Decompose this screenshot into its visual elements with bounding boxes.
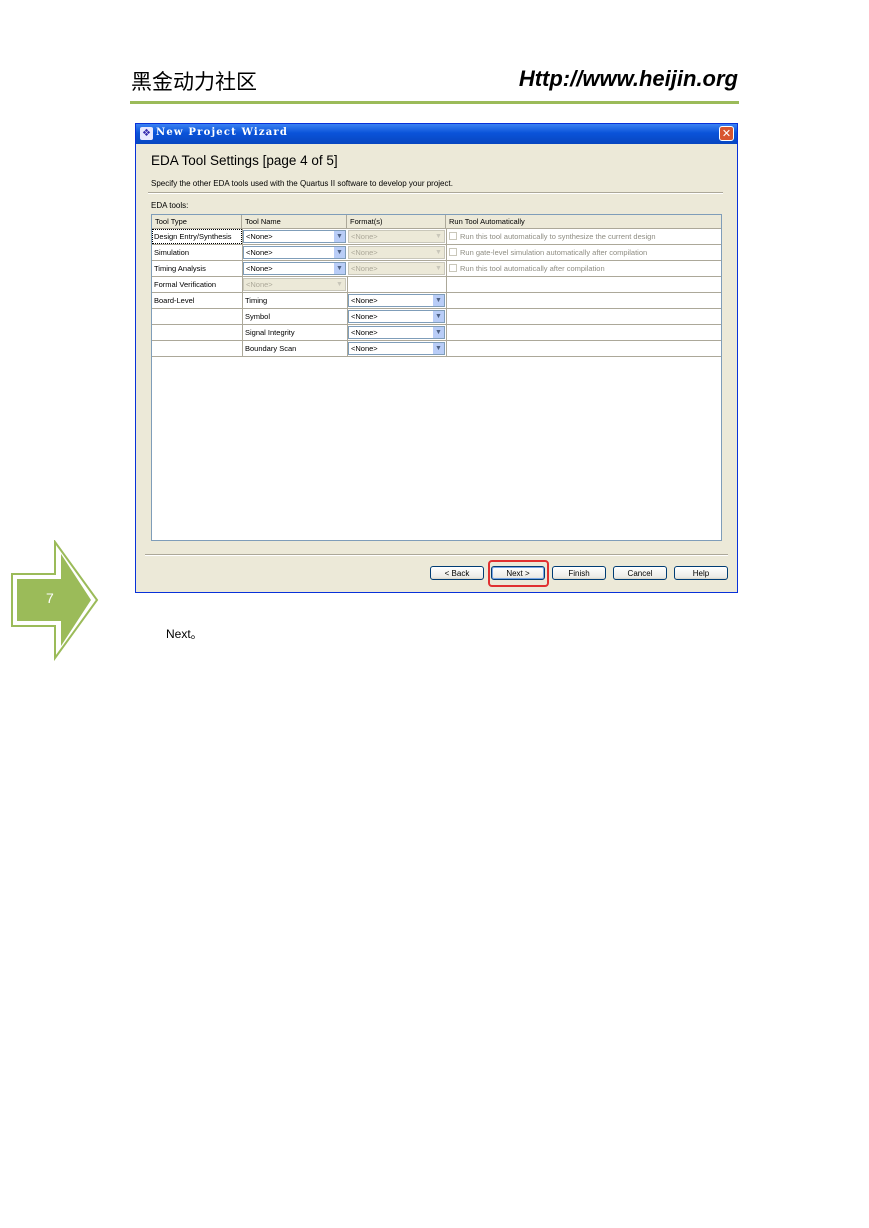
finish-button[interactable]: Finish [552,566,606,580]
table-row[interactable]: Symbol <None> ▼ [152,309,721,325]
chevron-down-icon[interactable]: ▼ [334,231,345,242]
table-row[interactable]: Design Entry/Synthesis <None> ▼ <None> ▼… [152,229,721,245]
cell-divider [446,309,447,324]
select-value: <None> [351,264,378,273]
run-auto-checkbox[interactable] [449,248,457,256]
cell-divider [347,277,348,292]
select-value: <None> [351,232,378,241]
tool-type-cell: Design Entry/Synthesis [152,229,242,244]
title-bar[interactable]: ❖ New Project Wizard ✕ [136,124,737,144]
select-value: <None> [246,248,273,257]
eda-tools-table: Tool Type Tool Name Format(s) Run Tool A… [151,214,722,541]
close-icon: ✕ [721,127,732,140]
cell-divider [446,261,447,276]
divider [148,192,723,194]
cell-divider [446,325,447,340]
chevron-down-icon[interactable]: ▼ [433,327,444,338]
tool-name-cell: Symbol [245,312,271,321]
step-arrow-icon [11,540,99,662]
eda-tools-label: EDA tools: [151,201,189,210]
header-rule [130,101,739,104]
format-select[interactable]: <None> ▼ [348,326,445,339]
step-number: 7 [46,590,54,606]
table-row[interactable]: Board-Level Timing <None> ▼ [152,293,721,309]
format-select[interactable]: <None> ▼ [348,294,445,307]
step-caption: Next。 [166,627,203,641]
table-row[interactable]: Signal Integrity <None> ▼ [152,325,721,341]
format-select[interactable]: <None> ▼ [348,310,445,323]
tool-type-cell [152,341,242,356]
cell-divider [446,229,447,244]
table-row[interactable]: Formal Verification <None> ▼ [152,277,721,293]
chevron-down-icon: ▼ [433,263,444,274]
tool-name-cell: Signal Integrity [245,328,295,337]
column-header-tool-type[interactable]: Tool Type [152,215,242,229]
back-button[interactable]: < Back [430,566,484,580]
tool-name-select[interactable]: <None> ▼ [243,230,346,243]
help-button[interactable]: Help [674,566,728,580]
tool-type-cell: Formal Verification [154,280,217,289]
select-value: <None> [351,328,378,337]
tool-name-select[interactable]: <None> ▼ [243,246,346,259]
cell-divider [446,245,447,260]
select-value: <None> [351,248,378,257]
select-value: <None> [246,232,273,241]
tool-name-cell: Boundary Scan [245,344,297,353]
column-header-formats[interactable]: Format(s) [347,215,446,229]
run-auto-label: Run this tool automatically after compil… [460,264,605,273]
format-select: <None> ▼ [348,246,445,259]
chevron-down-icon: ▼ [433,247,444,258]
chevron-down-icon[interactable]: ▼ [334,247,345,258]
column-header-run-automatically[interactable]: Run Tool Automatically [446,215,721,229]
cancel-button[interactable]: Cancel [613,566,667,580]
tool-type-cell: Simulation [154,248,190,257]
run-auto-label: Run gate-level simulation automatically … [460,248,648,257]
header-url: Http://www.heijin.org [518,66,738,91]
cell-divider [446,341,447,356]
format-select: <None> ▼ [348,230,445,243]
tool-name-select: <None> ▼ [243,278,346,291]
tool-type-cell: Board-Level [154,296,195,305]
header-left-title: 黑金动力社区 [131,70,257,94]
table-row[interactable]: Timing Analysis <None> ▼ <None> ▼ Run th… [152,261,721,277]
chevron-down-icon[interactable]: ▼ [433,295,444,306]
cell-divider [446,277,447,292]
table-row[interactable]: Boundary Scan <None> ▼ [152,341,721,357]
page-title: EDA Tool Settings [page 4 of 5] [151,153,338,168]
format-select: <None> ▼ [348,262,445,275]
chevron-down-icon[interactable]: ▼ [433,311,444,322]
run-auto-checkbox[interactable] [449,232,457,240]
divider [145,554,728,556]
next-button-highlight [488,560,549,587]
select-value: <None> [351,344,378,353]
tool-name-cell: Timing [245,296,268,305]
tool-type-cell: Timing Analysis [154,264,206,273]
chevron-down-icon: ▼ [433,231,444,242]
wizard-window: ❖ New Project Wizard ✕ EDA Tool Settings… [135,123,738,593]
run-auto-checkbox[interactable] [449,264,457,272]
tool-name-select[interactable]: <None> ▼ [243,262,346,275]
select-value: <None> [351,296,378,305]
select-value: <None> [246,280,273,289]
chevron-down-icon[interactable]: ▼ [433,343,444,354]
chevron-down-icon[interactable]: ▼ [334,263,345,274]
window-title: New Project Wizard [156,127,289,138]
cell-divider [446,293,447,308]
tool-type-cell [152,325,242,340]
app-icon: ❖ [140,127,153,140]
select-value: <None> [351,312,378,321]
format-select[interactable]: <None> ▼ [348,342,445,355]
chevron-down-icon: ▼ [334,279,345,290]
column-header-tool-name[interactable]: Tool Name [242,215,347,229]
run-auto-label: Run this tool automatically to synthesiz… [460,232,656,241]
close-button[interactable]: ✕ [719,126,734,141]
select-value: <None> [246,264,273,273]
table-row[interactable]: Simulation <None> ▼ <None> ▼ Run gate-le… [152,245,721,261]
page-description: Specify the other EDA tools used with th… [151,179,453,188]
tool-type-cell [152,309,242,324]
